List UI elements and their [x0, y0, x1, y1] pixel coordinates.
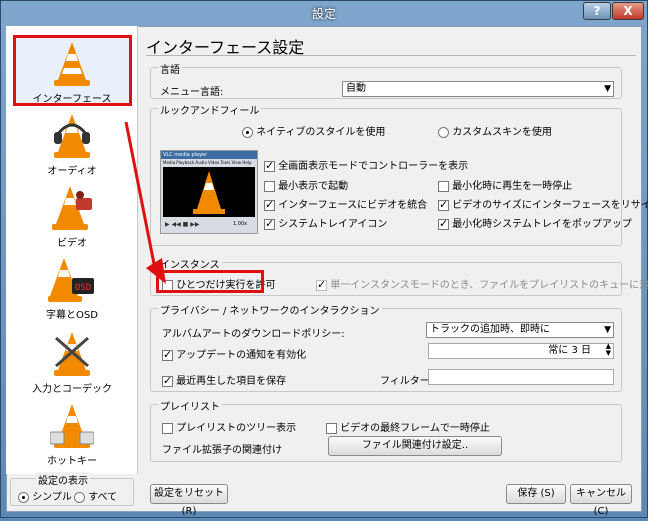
help-button[interactable]: ?: [583, 2, 611, 20]
sidebar-item-label: 入力とコーデック: [32, 384, 112, 395]
preview-speed: 1.00x: [233, 221, 248, 227]
save-recent-option[interactable]: 最近再生した項目を保存: [162, 372, 286, 387]
title-divider: [146, 55, 636, 56]
playlist-tree-label: プレイリストのツリー表示: [176, 423, 297, 434]
checkbox-icon[interactable]: [264, 159, 275, 172]
systray-popup-label: 最小化時システムトレイをポップアップ: [452, 219, 632, 230]
checkbox-icon[interactable]: [316, 278, 327, 291]
album-art-value: トラックの追加時、即時に: [430, 324, 550, 335]
album-art-select[interactable]: トラックの追加時、即時に ▼: [426, 322, 614, 338]
update-notify-label: アップデートの通知を有効化: [176, 350, 307, 361]
sidebar-item-label: ホットキー: [47, 456, 97, 467]
sidebar-item-label: 字幕とOSD: [46, 310, 98, 321]
playlist-tree-option[interactable]: プレイリストのツリー表示: [162, 419, 296, 434]
annotation-arrow-icon: [124, 122, 166, 284]
show-simple-option[interactable]: シンプル: [18, 488, 72, 503]
annotation-highlight-box: [156, 270, 264, 293]
update-notify-option[interactable]: アップデートの通知を有効化: [162, 346, 306, 361]
look-and-feel-title: ルックアンドフィール: [158, 102, 262, 117]
checkbox-icon[interactable]: [264, 198, 275, 211]
radio-icon[interactable]: [438, 126, 449, 138]
hotkeys-cone-icon: [50, 404, 94, 448]
custom-skin-label: カスタムスキンを使用: [452, 127, 552, 138]
pause-minimized-label: 最小化時に再生を一時停止: [452, 181, 573, 192]
privacy-group-title: プライバシー / ネットワークのインタラクション: [158, 302, 382, 317]
vlc-cone-icon: [54, 42, 90, 86]
svg-text:OSD: OSD: [75, 283, 91, 293]
window-title: 設定: [311, 7, 336, 21]
file-assoc-label: ファイル拡張子の関連付け: [162, 445, 282, 456]
start-minimal-label: 最小表示で起動: [278, 181, 349, 192]
native-style-option[interactable]: ネイティブのスタイルを使用: [242, 123, 385, 138]
resize-interface-option[interactable]: ビデオのサイズにインターフェースをリサイズ: [438, 196, 648, 211]
checkbox-icon[interactable]: [264, 180, 275, 192]
checkbox-icon[interactable]: [326, 422, 337, 434]
update-interval-value: 常に 3 日: [548, 345, 591, 356]
preview-title: VLC media player: [161, 151, 257, 159]
chevron-down-icon: ▼: [604, 84, 611, 94]
pause-last-frame-option[interactable]: ビデオの最終フレームで一時停止: [326, 419, 490, 434]
cancel-button[interactable]: キャンセル (C): [570, 484, 632, 517]
pause-minimized-option[interactable]: 最小化時に再生を一時停止: [438, 177, 572, 192]
native-style-label: ネイティブのスタイルを使用: [256, 127, 386, 138]
embed-video-label: インターフェースにビデオを統合: [278, 200, 428, 211]
checkbox-icon[interactable]: [162, 422, 173, 434]
menu-language-select[interactable]: 自動 ▼: [342, 81, 614, 97]
enqueue-instance-label: 単一インスタンスモードのとき、ファイルをプレイリストのキューに追加: [330, 280, 648, 291]
chevron-down-icon: ▼: [604, 325, 611, 335]
vlc-cone-icon: [193, 171, 225, 214]
filter-input[interactable]: [428, 369, 614, 385]
fullscreen-controller-option[interactable]: 全画面表示モードでコントローラーを表示: [264, 157, 468, 172]
menu-language-value: 自動: [346, 83, 366, 94]
start-minimal-option[interactable]: 最小表示で起動: [264, 177, 348, 192]
interface-preview: VLC media player Media Playback Audio Vi…: [160, 150, 258, 234]
show-settings-title: 設定の表示: [36, 472, 90, 487]
save-button[interactable]: 保存 (S): [506, 484, 566, 504]
playlist-group-title: プレイリスト: [158, 398, 222, 413]
systray-icon-label: システムトレイアイコン: [278, 219, 388, 230]
checkbox-icon[interactable]: [438, 217, 449, 230]
spin-arrows-icon[interactable]: ▲ ▼: [606, 343, 611, 357]
sidebar-item-label: インターフェース: [32, 94, 112, 105]
checkbox-icon[interactable]: [162, 348, 173, 361]
album-art-label: アルバムアートのダウンロードポリシー:: [162, 329, 345, 340]
preview-menu: Media Playback Audio Video Tools View He…: [163, 160, 252, 165]
checkbox-icon[interactable]: [162, 374, 173, 387]
filter-label: フィルター:: [380, 376, 434, 387]
radio-icon[interactable]: [242, 126, 253, 138]
enqueue-instance-option[interactable]: 単一インスタンスモードのとき、ファイルをプレイリストのキューに追加: [316, 276, 648, 291]
reset-preferences-button[interactable]: 設定をリセット (R): [150, 484, 228, 517]
radio-icon[interactable]: [18, 491, 29, 503]
embed-video-option[interactable]: インターフェースにビデオを統合: [264, 196, 427, 211]
preview-controls: ▶ ◀◀ ■ ▶▶: [165, 221, 200, 228]
show-all-label: すべて: [88, 492, 118, 503]
video-cone-icon: [52, 186, 92, 230]
resize-interface-label: ビデオのサイズにインターフェースをリサイズ: [452, 200, 648, 211]
systray-icon-option[interactable]: システムトレイアイコン: [264, 215, 387, 230]
show-simple-label: シンプル: [32, 492, 72, 503]
show-all-option[interactable]: すべて: [74, 488, 117, 503]
preview-video: [163, 167, 255, 217]
sidebar-item-hotkeys[interactable]: ホットキー: [6, 402, 138, 467]
title-bar: 設定 ? X: [0, 0, 648, 26]
sidebar-item-input-codecs[interactable]: 入力とコーデック: [6, 330, 138, 395]
audio-cone-icon: [54, 114, 90, 158]
systray-popup-option[interactable]: 最小化時システムトレイをポップアップ: [438, 215, 632, 230]
language-group-title: 言語: [158, 61, 182, 76]
file-assoc-button[interactable]: ファイル関連付け設定..: [328, 436, 502, 456]
save-recent-label: 最近再生した項目を保存: [176, 376, 287, 387]
checkbox-icon[interactable]: [438, 198, 449, 211]
radio-icon[interactable]: [74, 491, 85, 503]
sidebar-item-interface[interactable]: インターフェース: [6, 40, 138, 105]
subtitles-cone-icon: OSD: [48, 258, 94, 302]
codec-cone-icon: [54, 332, 90, 376]
fullscreen-controller-label: 全画面表示モードでコントローラーを表示: [278, 161, 469, 172]
close-button[interactable]: X: [612, 2, 644, 20]
checkbox-icon[interactable]: [438, 180, 449, 192]
update-interval-spinbox[interactable]: 常に 3 日 ▲ ▼: [428, 343, 614, 359]
pause-last-frame-label: ビデオの最終フレームで一時停止: [340, 423, 490, 434]
checkbox-icon[interactable]: [264, 217, 275, 230]
menu-language-label: メニュー言語:: [160, 87, 224, 98]
custom-skin-option[interactable]: カスタムスキンを使用: [438, 123, 552, 138]
